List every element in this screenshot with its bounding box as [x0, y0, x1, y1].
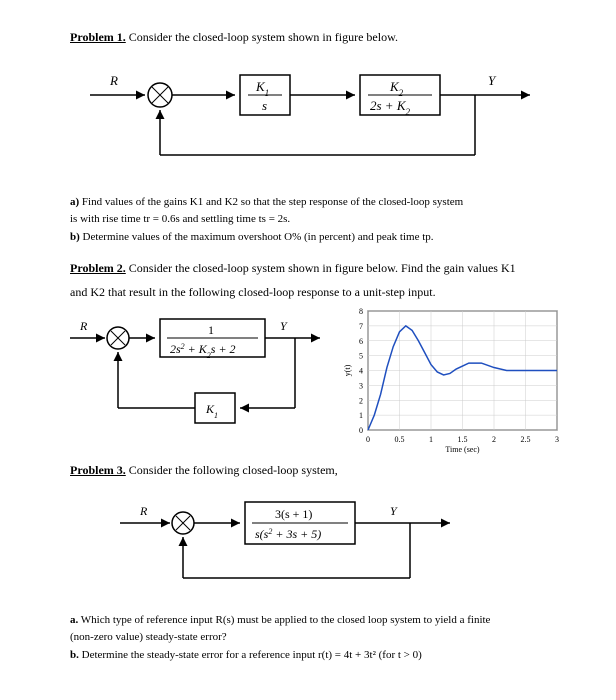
svg-text:6: 6 [359, 337, 363, 346]
svg-text:3(s + 1): 3(s + 1) [275, 507, 312, 521]
svg-text:0.5: 0.5 [395, 435, 405, 444]
problem-1-number: Problem 1. [70, 30, 126, 44]
svg-text:4: 4 [359, 366, 363, 375]
svg-text:Y: Y [280, 319, 288, 333]
problem-3-part-a: a. Which type of reference input R(s) mu… [70, 613, 566, 628]
problem-3-figure: R 3(s + 1) s(s2 + 3s + 5) Y [70, 488, 566, 593]
problem-1-part-a-line2: is with rise time tr = 0.6s and settling… [70, 212, 566, 227]
svg-text:s(s2 + 3s + 5): s(s2 + 3s + 5) [255, 526, 321, 541]
problem-2-figure: R 1 2s2 + K2s + 2 Y K1 [70, 303, 330, 453]
svg-text:K1: K1 [205, 402, 218, 420]
problem-2-content: R 1 2s2 + K2s + 2 Y K1 0 0.5 1 [70, 303, 566, 463]
problem-2-text: Consider the closed-loop system shown in… [126, 261, 516, 275]
svg-text:3: 3 [359, 381, 363, 390]
svg-text:2: 2 [492, 435, 496, 444]
problem-1-text: Consider the closed-loop system shown in… [126, 30, 398, 44]
problem-2-number: Problem 2. [70, 261, 126, 275]
problem-3-part-b: b. Determine the steady-state error for … [70, 648, 566, 663]
svg-text:1.5: 1.5 [458, 435, 468, 444]
step-response-chart: 0 0.5 1 1.5 2 2.5 3 0 1 2 3 4 5 6 7 8 Time (sec) y(t) [340, 303, 565, 458]
label-den2: 2s + K2 [370, 98, 411, 117]
problem-1-part-b: b) Determine values of the maximum overs… [70, 230, 566, 245]
svg-text:R: R [79, 319, 88, 333]
label-s: s [262, 98, 267, 113]
problem-1-part-a: a) Find values of the gains K1 and K2 so… [70, 195, 566, 210]
document-page: Problem 1. Consider the closed-loop syst… [0, 0, 616, 700]
svg-text:y(t): y(t) [343, 364, 352, 376]
problem-3-title: Problem 3. Consider the following closed… [70, 463, 566, 478]
part-b-lead-3: b. [70, 649, 79, 661]
svg-text:8: 8 [359, 307, 363, 316]
svg-text:3: 3 [555, 435, 559, 444]
label-R: R [109, 73, 118, 88]
problem-1-title: Problem 1. Consider the closed-loop syst… [70, 30, 566, 45]
svg-text:R: R [139, 504, 148, 518]
svg-text:7: 7 [359, 322, 363, 331]
part-a-lead-3: a. [70, 614, 78, 626]
svg-text:1: 1 [429, 435, 433, 444]
problem-3-text: Consider the following closed-loop syste… [126, 463, 338, 477]
part-a-lead: a) [70, 196, 79, 208]
problem-2-title-line2: and K2 that result in the following clos… [70, 284, 566, 301]
problem-3-number: Problem 3. [70, 463, 126, 477]
problem-1-figure: R K1 s K2 2s + K2 Y [70, 55, 566, 175]
svg-text:0: 0 [366, 435, 370, 444]
problem-2-title: Problem 2. Consider the closed-loop syst… [70, 261, 566, 276]
svg-text:Time (sec): Time (sec) [445, 445, 479, 454]
svg-text:2: 2 [359, 396, 363, 405]
label-Y: Y [488, 73, 497, 88]
svg-text:5: 5 [359, 352, 363, 361]
svg-text:1: 1 [208, 323, 214, 337]
part-b-lead: b) [70, 231, 80, 243]
svg-text:Y: Y [390, 504, 398, 518]
svg-text:0: 0 [359, 426, 363, 435]
svg-text:1: 1 [359, 411, 363, 420]
problem-3-part-a-line2: (non-zero value) steady-state error? [70, 630, 566, 645]
svg-text:2.5: 2.5 [521, 435, 531, 444]
